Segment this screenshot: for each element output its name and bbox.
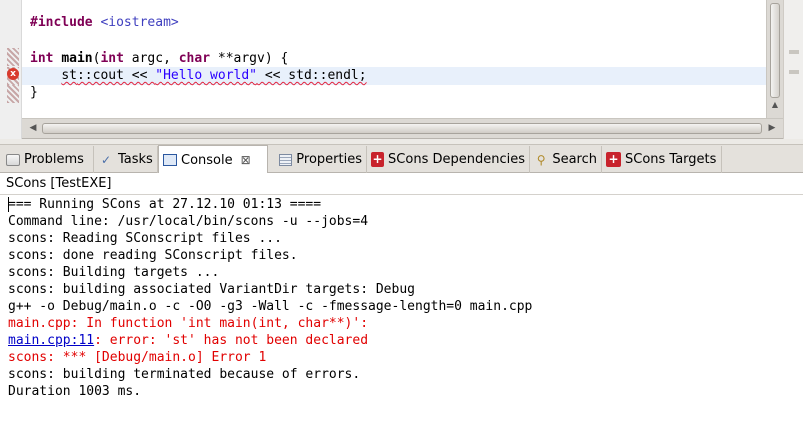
console-line: Duration 1003 ms. — [8, 384, 142, 399]
tab-scons-targets[interactable]: + SCons Targets — [602, 146, 722, 173]
editor-horizontal-scrollbar[interactable]: ◀ ▶ — [22, 118, 783, 138]
tab-label: Properties — [296, 152, 362, 167]
vertical-scroll-thumb[interactable] — [770, 3, 780, 98]
console-error-line: main.cpp: In function 'int main(int, cha… — [8, 316, 369, 331]
console-line: scons: done reading SConscript files. — [8, 248, 298, 263]
error-location-link[interactable]: main.cpp:11 — [8, 333, 94, 348]
scroll-right-icon[interactable]: ▶ — [765, 122, 779, 135]
console-line: scons: Reading SConscript files ... — [8, 231, 282, 246]
tab-label: Console — [181, 152, 233, 168]
tab-label: SCons Targets — [625, 152, 717, 167]
code-cout: ::cout << — [76, 68, 156, 83]
param-argc: argc, — [123, 51, 179, 66]
view-tab-bar: Problems ✓ Tasks Console ⊠ Properties + … — [0, 144, 803, 174]
overview-mark[interactable] — [789, 50, 799, 54]
console-line: Command line: /usr/local/bin/scons -u --… — [8, 214, 369, 229]
code-line-include: #include <iostream> — [30, 14, 179, 31]
editor-ruler: x — [0, 0, 22, 139]
overview-ruler[interactable] — [783, 0, 803, 139]
keyword-char: char — [178, 51, 211, 66]
console-icon — [163, 154, 177, 166]
code-line-cout: st::cout << "Hello world" << std::endl; — [30, 67, 366, 84]
console-title: SCons [TestEXE] — [0, 173, 803, 195]
undeclared-identifier: st — [61, 68, 77, 83]
tab-problems[interactable]: Problems — [2, 146, 94, 173]
tab-properties[interactable]: Properties — [275, 146, 367, 173]
console-line: scons: building terminated because of er… — [8, 367, 361, 382]
string-literal: "Hello world" — [155, 68, 257, 83]
keyword-int: int — [30, 51, 54, 66]
param-argv: **argv) { — [210, 51, 289, 66]
close-icon[interactable]: ⊠ — [241, 153, 251, 167]
code-line-main: int main(int argc, char **argv) { — [30, 50, 288, 67]
tab-console[interactable]: Console ⊠ — [158, 145, 268, 174]
console-error-line: scons: *** [Debug/main.o] Error 1 — [8, 350, 267, 365]
scroll-up-icon[interactable]: ▲ — [770, 100, 780, 114]
code-area[interactable]: #include <iostream> int main(int argc, c… — [22, 0, 766, 118]
console-line: scons: Building targets ... — [8, 265, 220, 280]
editor-vertical-scrollbar[interactable]: ▲ — [766, 0, 783, 118]
console-line: === Running SCons at 27.12.10 01:13 ==== — [8, 197, 322, 212]
keyword-int: int — [100, 51, 124, 66]
tasks-icon: ✓ — [100, 152, 112, 167]
tab-label: SCons Dependencies — [388, 152, 525, 167]
properties-icon — [279, 153, 293, 166]
function-name: main — [61, 51, 93, 66]
scroll-left-icon[interactable]: ◀ — [26, 122, 40, 135]
code-line-close-brace: } — [30, 84, 38, 101]
tab-scons-dependencies[interactable]: + SCons Dependencies — [367, 146, 530, 173]
code-editor[interactable]: x #include <iostream> int main(int argc,… — [0, 0, 803, 139]
horizontal-scroll-thumb[interactable] — [42, 123, 762, 134]
scons-icon: + — [371, 152, 385, 167]
code-endl: << std::endl; — [257, 68, 367, 83]
console-error-line: main.cpp:11: error: 'st' has not been de… — [8, 332, 368, 349]
tab-label: Search — [552, 152, 597, 167]
scons-icon: + — [606, 152, 621, 167]
tab-search[interactable]: ⚲ Search — [530, 146, 602, 173]
search-icon: ⚲ — [536, 152, 546, 167]
tab-tasks[interactable]: ✓ Tasks — [94, 146, 158, 173]
change-marker — [7, 85, 19, 103]
error-squiggle: st::cout << "Hello world" << std::endl; — [61, 68, 366, 83]
console-line: g++ -o Debug/main.o -c -O0 -g3 -Wall -c … — [8, 299, 533, 314]
change-marker — [7, 48, 19, 66]
overview-mark[interactable] — [789, 70, 799, 74]
include-header: <iostream> — [100, 15, 179, 30]
closing-brace: } — [30, 85, 38, 100]
tab-label: Tasks — [118, 152, 153, 167]
error-message: : error: 'st' has not been declared — [94, 333, 369, 348]
problems-icon — [6, 153, 20, 166]
tab-label: Problems — [24, 152, 84, 167]
console-output[interactable]: === Running SCons at 27.12.10 01:13 ====… — [0, 195, 803, 422]
error-icon[interactable]: x — [7, 68, 19, 80]
console-line: scons: building associated VariantDir ta… — [8, 282, 415, 297]
include-directive: #include — [30, 15, 93, 30]
